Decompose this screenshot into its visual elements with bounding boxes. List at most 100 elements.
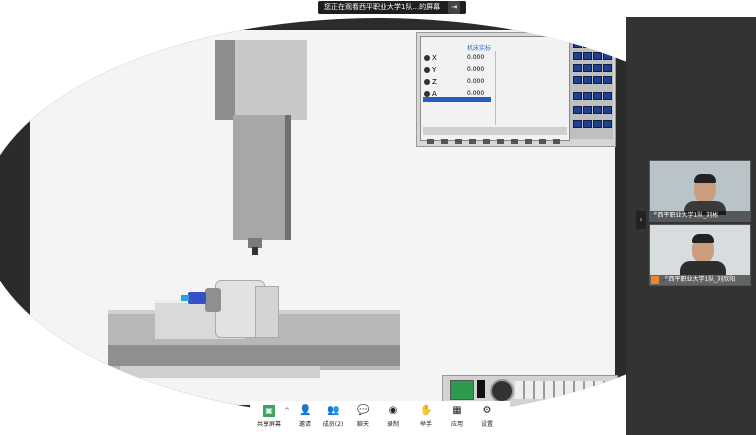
axis-row-y: Y 0.000 bbox=[423, 65, 493, 76]
settings-icon: ⚙ bbox=[482, 405, 492, 416]
axis-name: X bbox=[432, 54, 437, 62]
axis-icon bbox=[424, 79, 430, 85]
key-button[interactable] bbox=[583, 120, 592, 128]
spindle-body bbox=[233, 115, 291, 240]
chuck bbox=[205, 288, 221, 312]
chevron-up-icon[interactable]: ^ bbox=[284, 407, 290, 415]
key-button[interactable] bbox=[573, 106, 582, 114]
axis-value: 0.000 bbox=[467, 54, 485, 61]
tool-tip bbox=[252, 247, 258, 255]
key-button[interactable] bbox=[603, 92, 612, 100]
avatar-shirt bbox=[680, 261, 726, 275]
key-button[interactable] bbox=[593, 92, 602, 100]
axis-name: Y bbox=[432, 66, 437, 74]
key-button[interactable] bbox=[603, 120, 612, 128]
cnc-keypad[interactable] bbox=[570, 36, 613, 139]
axis-icon bbox=[424, 55, 430, 61]
avatar-hair bbox=[692, 234, 714, 243]
participant-name: 🎤西平职业大学1队_刘彬 bbox=[650, 211, 750, 221]
collapse-handle[interactable]: › bbox=[636, 211, 646, 229]
share-screen-icon: ▣ bbox=[263, 405, 275, 417]
key-button[interactable] bbox=[603, 106, 612, 114]
screen-share-banner[interactable]: 您正在观看西平职业大学1队...的屏幕 ⇥ bbox=[318, 1, 467, 14]
key-button[interactable] bbox=[593, 64, 602, 72]
raise-hand-button[interactable]: ✋ 举手 bbox=[411, 403, 441, 433]
key-button[interactable] bbox=[593, 40, 602, 48]
participant-strip: › 🎤西平职业大学1队_刘彬 🎤西平职业大学1队_刘欣阳 bbox=[626, 17, 756, 435]
bed-front bbox=[108, 345, 400, 366]
emergency-stop-button[interactable] bbox=[450, 380, 474, 400]
share-screen-button[interactable]: ▣ 共享屏幕 bbox=[254, 403, 284, 433]
key-button[interactable] bbox=[603, 64, 612, 72]
axis-value: 0.000 bbox=[467, 66, 485, 73]
invite-button[interactable]: 👤 邀请 bbox=[290, 403, 320, 433]
key-button[interactable] bbox=[583, 52, 592, 60]
status-area bbox=[495, 51, 566, 125]
function-key[interactable] bbox=[539, 139, 546, 144]
members-button[interactable]: 👥 成员(2) bbox=[318, 403, 348, 433]
function-key[interactable] bbox=[441, 139, 448, 144]
record-button[interactable]: ◉ 录制 bbox=[378, 403, 408, 433]
invite-icon: 👤 bbox=[299, 405, 312, 416]
key-button[interactable] bbox=[583, 92, 592, 100]
key-button[interactable] bbox=[593, 106, 602, 114]
key-button[interactable] bbox=[593, 76, 602, 84]
machine-base bbox=[120, 366, 320, 378]
participant-video-2[interactable]: 🎤西平职业大学1队_刘欣阳 bbox=[649, 224, 751, 286]
function-key[interactable] bbox=[497, 139, 504, 144]
key-button[interactable] bbox=[573, 40, 582, 48]
key-button[interactable] bbox=[583, 40, 592, 48]
host-badge bbox=[651, 276, 659, 284]
key-button[interactable] bbox=[583, 76, 592, 84]
chat-button[interactable]: 💬 聊天 bbox=[348, 403, 378, 433]
axis-value: 0.000 bbox=[467, 78, 485, 85]
exit-icon[interactable]: ⇥ bbox=[448, 1, 461, 14]
key-button[interactable] bbox=[573, 120, 582, 128]
function-key[interactable] bbox=[427, 139, 434, 144]
workpiece-tip bbox=[181, 295, 189, 301]
cycle-start-button[interactable] bbox=[477, 380, 485, 398]
apps-icon: ▦ bbox=[452, 405, 462, 416]
cnc-control-panel: 机床实标 X 0.000 Y 0.000 Z 0.000 A 0.000 bbox=[416, 32, 616, 147]
spindle-head bbox=[215, 40, 307, 120]
axis-row-x: X 0.000 bbox=[423, 53, 493, 64]
key-button[interactable] bbox=[583, 64, 592, 72]
members-icon: 👥 bbox=[327, 405, 340, 416]
axis-name: Z bbox=[432, 78, 437, 86]
key-button[interactable] bbox=[573, 64, 582, 72]
function-key[interactable] bbox=[511, 139, 518, 144]
meeting-toolbar: ▣ 共享屏幕 ^ 👤 邀请 👥 成员(2) 💬 聊天 ◉ 录制 ✋ 举手 ▦ 应… bbox=[250, 401, 510, 435]
feed-override-dial[interactable] bbox=[490, 379, 514, 403]
axis-keys[interactable] bbox=[515, 381, 605, 399]
soft-key-row[interactable] bbox=[423, 127, 567, 135]
axis-icon bbox=[424, 67, 430, 73]
key-button[interactable] bbox=[573, 92, 582, 100]
function-key[interactable] bbox=[483, 139, 490, 144]
participant-video-1[interactable]: 🎤西平职业大学1队_刘彬 bbox=[649, 160, 751, 222]
raise-hand-icon: ✋ bbox=[420, 405, 433, 416]
settings-button[interactable]: ⚙ 设置 bbox=[472, 403, 502, 433]
key-button[interactable] bbox=[603, 52, 612, 60]
tailstock bbox=[255, 286, 279, 338]
participant-name: 🎤西平职业大学1队_刘欣阳 bbox=[650, 275, 750, 285]
workpiece bbox=[188, 292, 206, 304]
axis-row-z: Z 0.000 bbox=[423, 77, 493, 88]
record-icon: ◉ bbox=[388, 405, 398, 416]
axis-value: 0.000 bbox=[467, 90, 485, 97]
key-button[interactable] bbox=[593, 120, 602, 128]
function-key[interactable] bbox=[455, 139, 462, 144]
banner-text: 您正在观看西平职业大学1队...的屏幕 bbox=[324, 3, 441, 11]
function-key[interactable] bbox=[525, 139, 532, 144]
key-button[interactable] bbox=[603, 40, 612, 48]
function-key[interactable] bbox=[469, 139, 476, 144]
key-button[interactable] bbox=[603, 76, 612, 84]
program-bar bbox=[423, 97, 491, 102]
function-key[interactable] bbox=[553, 139, 560, 144]
chat-icon: 💬 bbox=[357, 405, 370, 416]
avatar-hair bbox=[694, 174, 716, 183]
key-button[interactable] bbox=[583, 106, 592, 114]
key-button[interactable] bbox=[593, 52, 602, 60]
apps-button[interactable]: ▦ 应用 bbox=[442, 403, 472, 433]
key-button[interactable] bbox=[573, 76, 582, 84]
key-button[interactable] bbox=[573, 52, 582, 60]
